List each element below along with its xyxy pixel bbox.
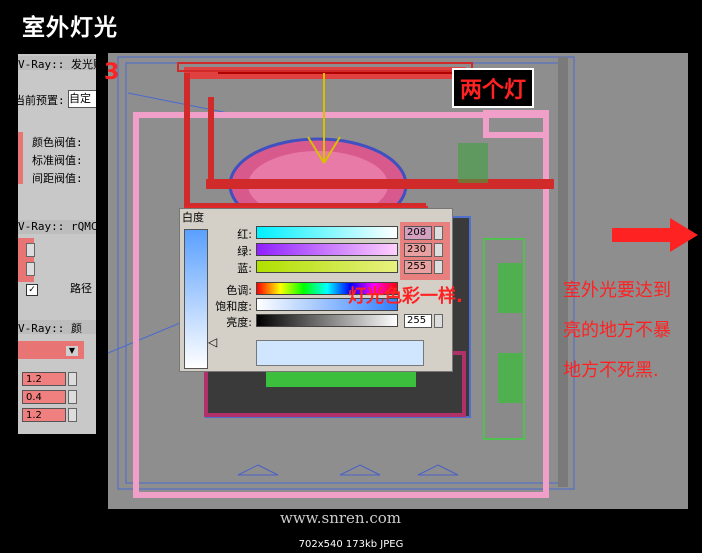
blue-label: 蓝: xyxy=(237,262,252,275)
image-caption: 702x540 173kb JPEG xyxy=(298,539,404,550)
spinner[interactable] xyxy=(434,314,443,328)
panel-header-rqmc[interactable]: V-Ray:: rQMC xyxy=(18,220,96,234)
color-swatch xyxy=(256,340,424,366)
red-gradient[interactable] xyxy=(256,226,398,239)
page-title: 室外灯光 xyxy=(22,15,118,41)
multiplier-field[interactable]: 1.2 xyxy=(22,408,66,422)
spinner[interactable] xyxy=(26,262,35,276)
value-label: 亮度: xyxy=(226,316,252,329)
vray-settings-panel: V-Ray:: 发光贴 当前预置: 自定 颜色阀值: 标准阀值: 间距阀值: V… xyxy=(18,54,96,434)
spinner[interactable] xyxy=(26,243,35,257)
blue-gradient[interactable] xyxy=(256,260,398,273)
same-color-note: 灯光色彩一样. xyxy=(348,286,463,307)
annotation-callout: 两个灯 xyxy=(452,68,535,108)
spinner[interactable] xyxy=(434,226,443,240)
blue-value-field[interactable]: 255 xyxy=(404,260,432,274)
watermark: www.snren.com xyxy=(280,509,401,527)
step-number: 3 xyxy=(104,60,120,85)
note-line-2: 亮的地方不暴 xyxy=(563,320,671,341)
spinner[interactable] xyxy=(434,243,443,257)
spinner[interactable] xyxy=(68,390,77,404)
spinner[interactable] xyxy=(68,372,77,386)
distance-threshold-label: 间距阀值: xyxy=(32,172,83,185)
multiplier-field[interactable]: 0.4 xyxy=(22,390,66,404)
slider-pointer-icon[interactable]: ◁ xyxy=(208,335,217,349)
note-line-1: 室外光要达到 xyxy=(563,280,671,301)
multiplier-field[interactable]: 1.2 xyxy=(22,372,66,386)
green-value-field[interactable]: 230 xyxy=(404,243,432,257)
hue-label: 色调: xyxy=(226,284,252,297)
spinner[interactable] xyxy=(434,260,443,274)
value-field[interactable]: 255 xyxy=(404,314,432,328)
red-value-field[interactable]: 208 xyxy=(404,226,432,240)
chevron-down-icon[interactable]: ▼ xyxy=(66,346,78,356)
green-gradient[interactable] xyxy=(256,243,398,256)
saturation-label: 饱和度: xyxy=(215,300,252,313)
color-threshold-label: 颜色阀值: xyxy=(32,136,83,149)
preset-dropdown[interactable]: 自定 xyxy=(68,90,96,108)
green-label: 绿: xyxy=(237,245,252,258)
panel-header-color[interactable]: V-Ray:: 颜 xyxy=(18,320,96,335)
panel-header-irradiance[interactable]: V-Ray:: 发光贴 xyxy=(18,56,96,71)
whiteness-slider[interactable] xyxy=(184,229,208,369)
two-lights-label: 两个灯 xyxy=(460,78,527,103)
path-label: 路径 xyxy=(70,282,92,295)
threshold-red-bar xyxy=(18,132,23,184)
dialog-title: 白度 xyxy=(182,211,204,224)
path-checkbox[interactable]: ✓ xyxy=(26,284,38,296)
note-line-3: 地方不死黑. xyxy=(563,360,659,381)
spinner[interactable] xyxy=(68,408,77,422)
red-label: 红: xyxy=(237,228,252,241)
arrow-right-icon xyxy=(612,218,698,252)
normal-threshold-label: 标准阀值: xyxy=(32,154,83,167)
value-gradient[interactable] xyxy=(256,314,398,327)
